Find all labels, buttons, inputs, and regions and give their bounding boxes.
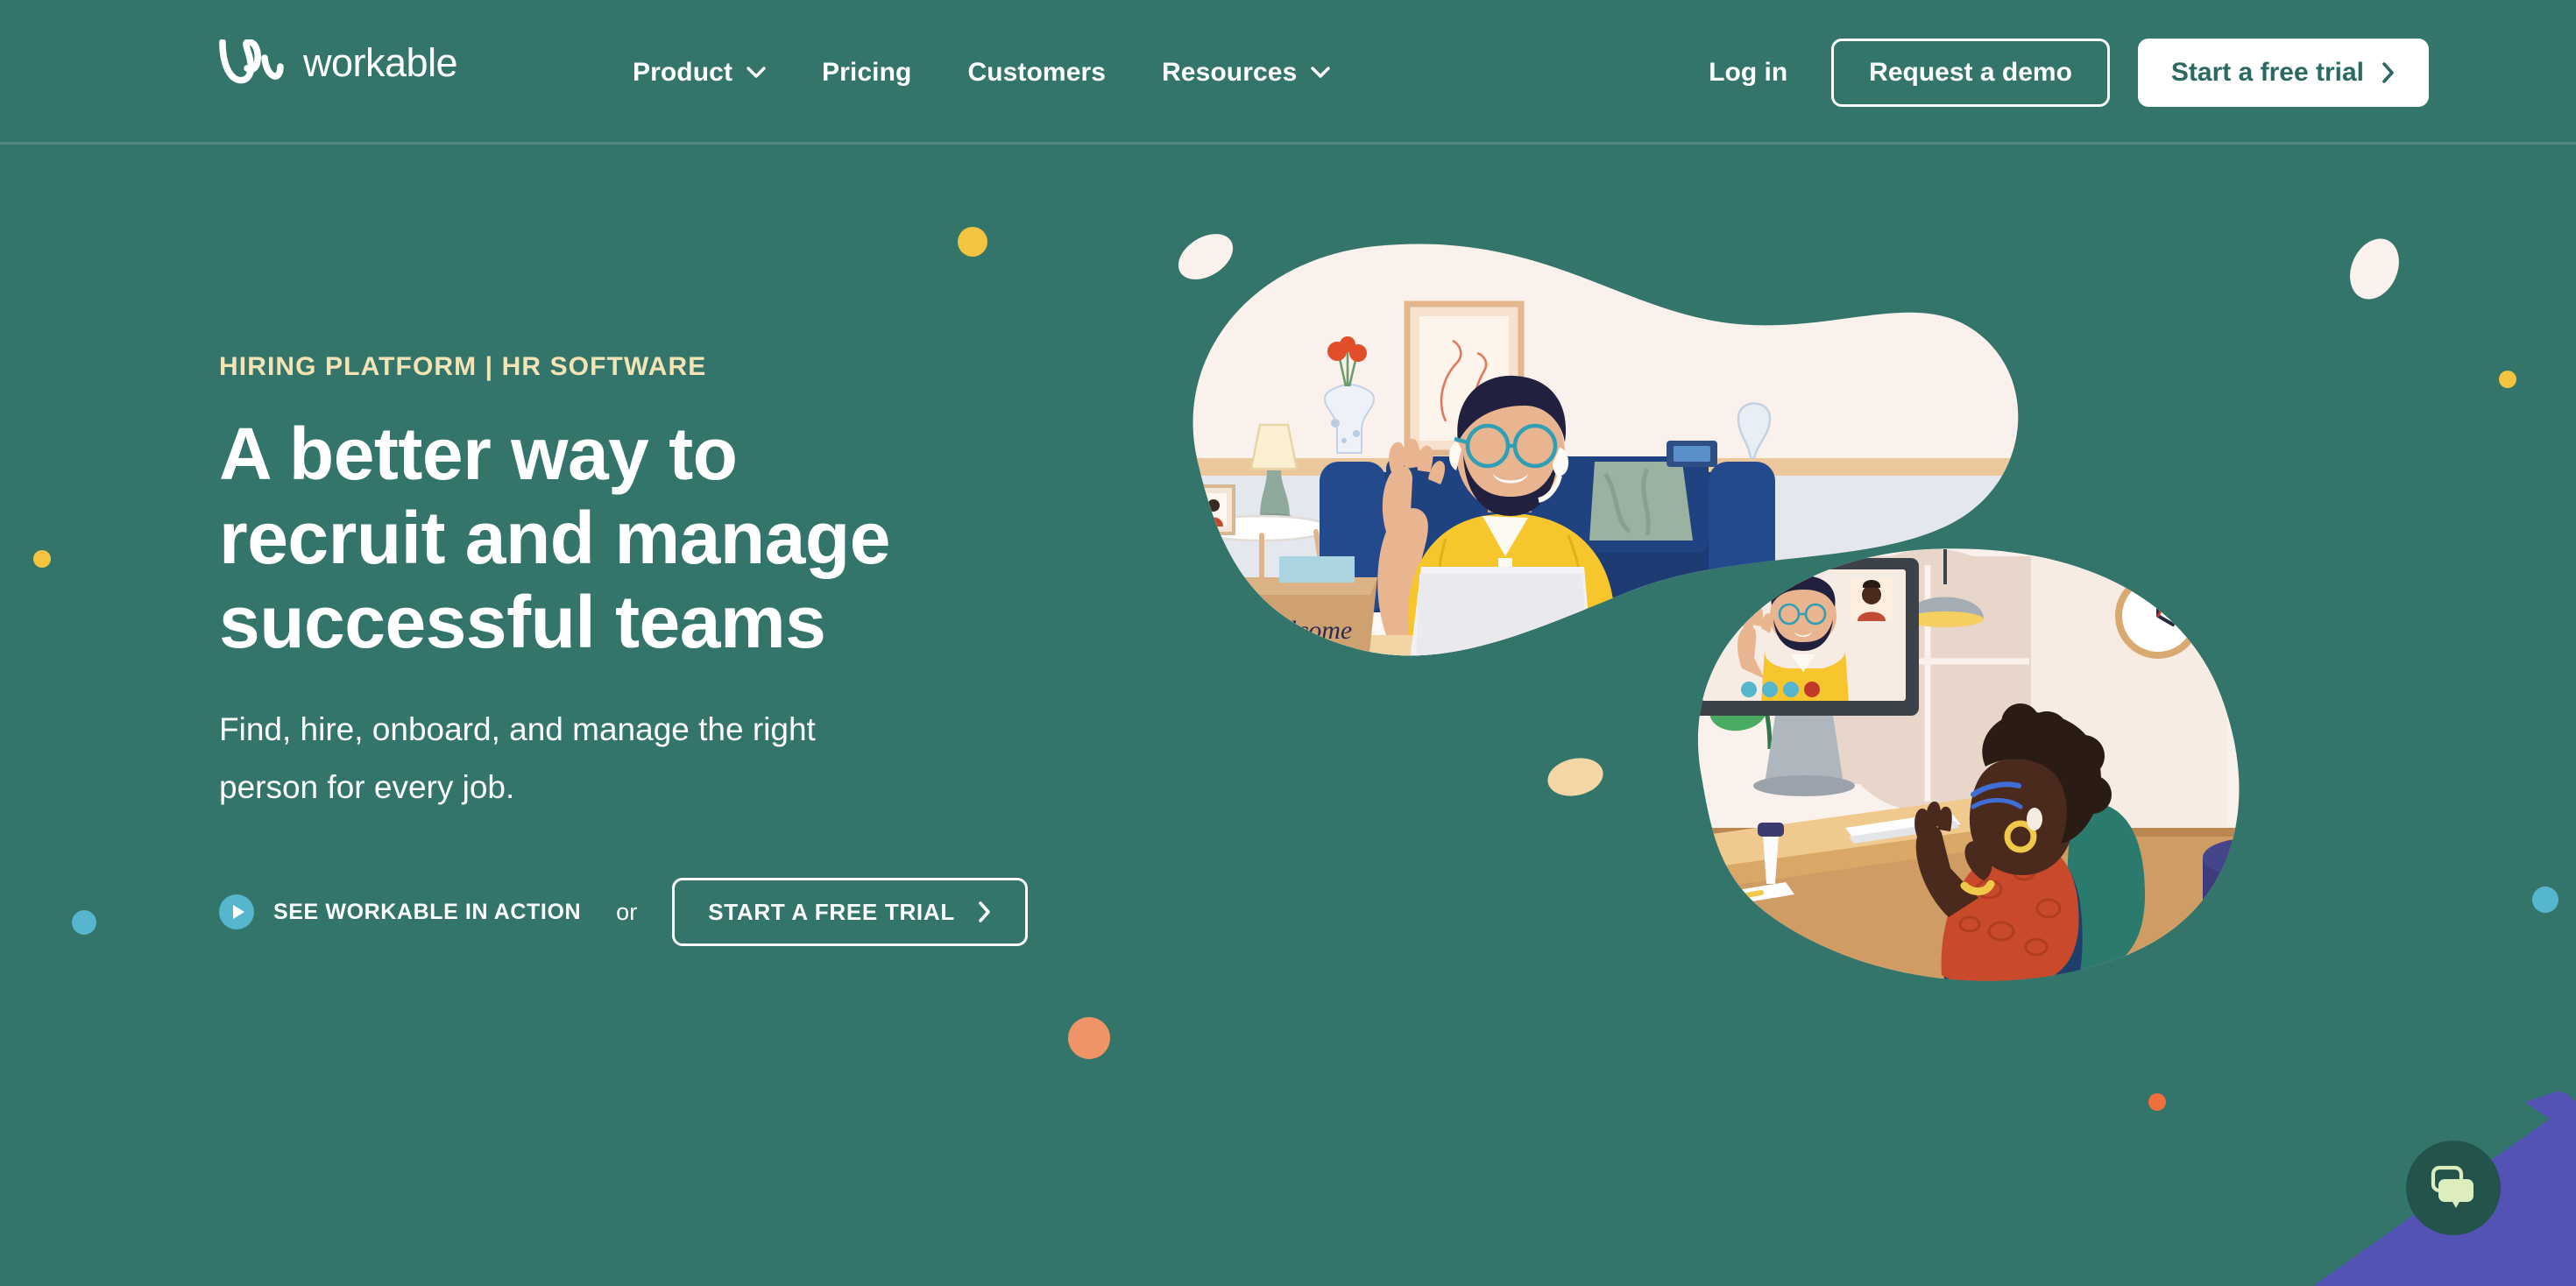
dot-cyan-bottom-left [72, 910, 96, 935]
hero-heading-line-1: A better way to [219, 413, 738, 495]
dot-yellow-left [33, 550, 51, 568]
chevron-right-icon [979, 901, 990, 922]
hero-illustration: Welcome [1157, 223, 2418, 994]
hero-start-free-trial-label: START A FREE TRIAL [708, 898, 955, 925]
nav-item-pricing[interactable]: Pricing [794, 58, 939, 88]
cta-conjunction: or [616, 898, 638, 925]
chevron-right-icon [2382, 61, 2394, 83]
nav-actions: Log in Request a demo Start a free trial [1709, 0, 2429, 145]
decor-blob-tan-mid [1547, 758, 1603, 796]
hero-eyebrow: HIRING PLATFORM | HR SOFTWARE [219, 352, 707, 381]
see-workable-in-action-button[interactable]: SEE WORKABLE IN ACTION [219, 894, 581, 929]
hero-heading-line-3: successful teams [219, 581, 826, 663]
play-icon [219, 894, 254, 929]
dot-orange-small-right [2148, 1093, 2166, 1111]
hero-subtitle-line-1: Find, hire, onboard, and manage the righ… [219, 711, 816, 747]
nav-item-product[interactable]: Product [605, 58, 794, 88]
hero-subtitle-line-2: person for every job. [219, 769, 515, 805]
welcome-text: Welcome [1258, 616, 1352, 645]
nav-item-resources-label: Resources [1162, 57, 1298, 87]
start-free-trial-label: Start a free trial [2170, 57, 2364, 87]
start-free-trial-button[interactable]: Start a free trial [2137, 38, 2429, 107]
dot-cyan-right [2532, 887, 2558, 913]
workable-wordmark: workable [302, 40, 505, 85]
nav-item-resources[interactable]: Resources [1134, 58, 1358, 88]
chevron-down-icon [1311, 67, 1331, 78]
nav-item-product-label: Product [633, 57, 733, 87]
top-navigation-bar: workable Product Pricing Customers Resou… [0, 0, 2576, 145]
nav-item-pricing-label: Pricing [822, 57, 912, 87]
hero-start-free-trial-button[interactable]: START A FREE TRIAL [672, 878, 1028, 946]
workable-logo[interactable]: workable [219, 39, 505, 85]
page-title: A better way to recruit and manage succe… [219, 412, 1113, 664]
chevron-down-icon [747, 67, 766, 78]
see-workable-in-action-label: SEE WORKABLE IN ACTION [273, 899, 582, 924]
dot-yellow-right [2499, 371, 2516, 388]
nav-item-customers-label: Customers [967, 57, 1107, 87]
svg-text:workable: workable [303, 42, 457, 85]
page-root: workable Product Pricing Customers Resou… [0, 0, 2576, 1286]
scene-home-office-woman [1697, 548, 2240, 981]
chat-widget-button[interactable] [2406, 1141, 2501, 1235]
request-demo-button[interactable]: Request a demo [1831, 38, 2110, 107]
nav-links: Product Pricing Customers Resources [605, 0, 1358, 145]
nav-item-customers[interactable]: Customers [939, 58, 1134, 88]
workable-logo-mark [219, 39, 284, 84]
chat-bubbles-icon [2431, 1165, 2473, 1208]
decor-blob-white-top [1178, 234, 1234, 279]
hero-subtitle: Find, hire, onboard, and manage the righ… [219, 701, 1113, 816]
moving-box: Welcome [1211, 556, 1377, 656]
login-link[interactable]: Log in [1709, 58, 1787, 88]
dot-orange-bottom [1068, 1017, 1110, 1059]
hero-content: HIRING PLATFORM | HR SOFTWARE A better w… [219, 352, 1113, 946]
hero-heading-line-2: recruit and manage [219, 497, 890, 579]
decor-blob-white-right [2350, 238, 2399, 300]
dot-yellow-top-center [958, 227, 987, 257]
hero-cta-row: SEE WORKABLE IN ACTION or START A FREE T… [219, 878, 1113, 946]
